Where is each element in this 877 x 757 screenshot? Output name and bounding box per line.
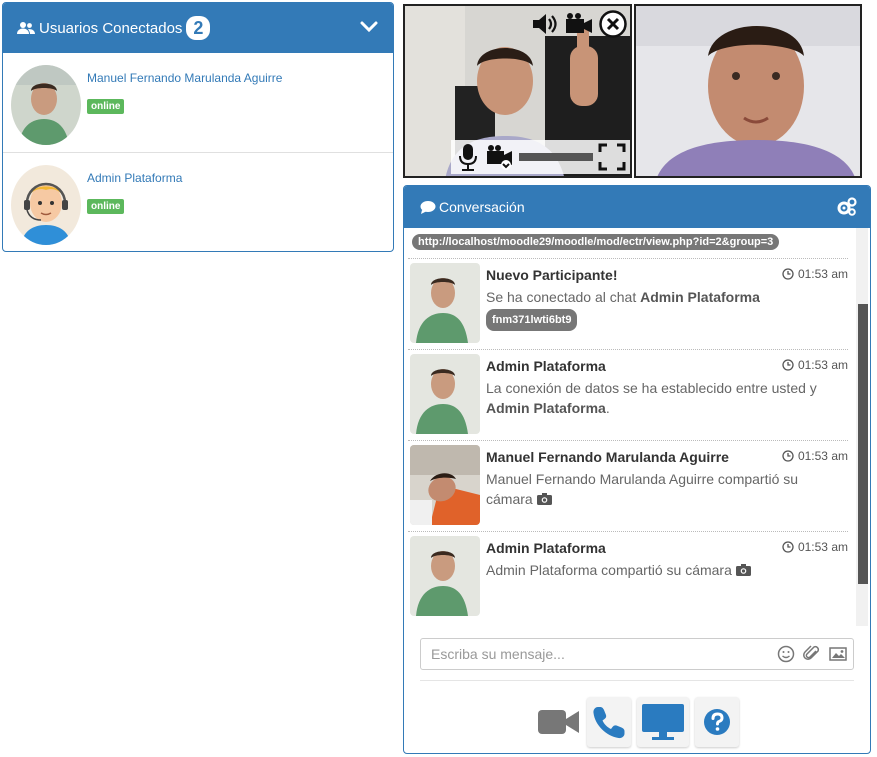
chat-header: Conversación	[404, 186, 870, 228]
fullscreen-icon[interactable]	[597, 142, 627, 172]
status-badge: online	[87, 99, 125, 114]
avatar	[410, 445, 480, 525]
message-list[interactable]: http://localhost/moodle29/moodle/mod/ect…	[408, 228, 858, 626]
clock-icon	[782, 268, 794, 280]
status-badge: online	[87, 199, 125, 214]
volume-bar[interactable]	[519, 153, 593, 161]
camera-icon	[536, 493, 552, 505]
message-text-part: Se ha conectado al chat	[486, 289, 641, 305]
phone-icon	[593, 707, 625, 739]
message-time-text: 01:53 am	[797, 540, 848, 554]
message-time: 01:53 am	[782, 540, 848, 554]
users-count-badge: 2	[186, 16, 211, 40]
scrollbar[interactable]	[856, 228, 868, 626]
speaker-icon[interactable]	[530, 10, 560, 38]
user-name[interactable]: Manuel Fernando Marulanda Aguirre	[87, 71, 282, 85]
participant-id-pill: fnm371lwti6bt9	[486, 309, 578, 331]
message-text: La conexión de datos se ha establecido e…	[486, 378, 838, 418]
message-input-row	[420, 638, 854, 670]
avatar	[410, 536, 480, 616]
message-time: 01:53 am	[782, 267, 848, 281]
video-call-icon	[538, 710, 579, 734]
avatar	[11, 65, 81, 145]
local-video[interactable]	[403, 4, 632, 178]
video-controls-bar	[451, 140, 630, 174]
chat-message: Nuevo Participante! 01:53 am Se ha conec…	[408, 258, 848, 344]
url-link[interactable]: http://localhost/moodle29/moodle/mod/ect…	[412, 234, 780, 250]
message-text-part: Admin Plataforma compartió su cámara	[486, 562, 732, 578]
message-input[interactable]	[421, 639, 761, 669]
screen-share-icon	[642, 704, 684, 740]
message-text-part: Manuel Fernando Marulanda Aguirre compar…	[486, 471, 799, 507]
message-time-text: 01:53 am	[797, 358, 848, 372]
phone-call-button[interactable]	[587, 697, 631, 747]
message-text-part: .	[605, 400, 610, 416]
message-time-text: 01:53 am	[797, 267, 848, 281]
message-time: 01:53 am	[782, 358, 848, 372]
users-icon	[17, 22, 35, 34]
camera-icon	[735, 564, 751, 576]
screen-share-button[interactable]	[637, 697, 689, 747]
message-author: Admin Plataforma	[486, 358, 606, 374]
user-name[interactable]: Admin Plataforma	[87, 171, 182, 185]
remote-video[interactable]	[634, 4, 862, 178]
chat-message: Admin Plataforma 01:53 am La conexión de…	[408, 349, 848, 435]
message-time-text: 01:53 am	[797, 449, 848, 463]
users-panel-title: Usuarios Conectados	[39, 19, 183, 37]
avatar	[11, 165, 81, 245]
message-text-bold: Admin Plataforma	[486, 400, 606, 416]
chat-message: Admin Plataforma 01:53 am Admin Platafor…	[408, 531, 848, 617]
video-call-button[interactable]	[537, 697, 581, 747]
message-time: 01:53 am	[782, 449, 848, 463]
clock-icon	[782, 541, 794, 553]
paperclip-icon[interactable]	[803, 645, 821, 663]
message-text-bold: Admin Plataforma	[640, 289, 760, 305]
gears-icon[interactable]	[836, 196, 858, 218]
call-actions	[404, 696, 870, 748]
avatar	[410, 263, 480, 343]
message-author: Nuevo Participante!	[486, 267, 618, 283]
message-text: Manuel Fernando Marulanda Aguirre compar…	[486, 469, 838, 509]
camera-icon[interactable]	[564, 10, 594, 38]
clock-icon	[782, 450, 794, 462]
message-text-part: La conexión de datos se ha establecido e…	[486, 380, 817, 396]
chevron-down-icon[interactable]	[359, 17, 379, 37]
chat-message: Manuel Fernando Marulanda Aguirre 01:53 …	[408, 440, 848, 526]
close-icon[interactable]	[598, 10, 628, 38]
scrollbar-thumb[interactable]	[858, 304, 868, 584]
message-author: Admin Plataforma	[486, 540, 606, 556]
camera-off-icon[interactable]	[485, 142, 515, 172]
message-author: Manuel Fernando Marulanda Aguirre	[486, 449, 729, 465]
divider	[420, 680, 854, 681]
image-icon[interactable]	[829, 645, 847, 663]
message-text: Admin Plataforma compartió su cámara	[486, 560, 838, 580]
users-panel-header[interactable]: Usuarios Conectados 2	[3, 3, 393, 53]
chat-title: Conversación	[439, 199, 525, 215]
chat-panel: Conversación http://localhost/moodle29/m…	[403, 185, 871, 754]
video-area	[403, 4, 863, 179]
user-list-item[interactable]: Manuel Fernando Marulanda Aguirre online	[3, 53, 393, 153]
clock-icon	[782, 359, 794, 371]
microphone-icon[interactable]	[455, 142, 481, 172]
avatar	[410, 354, 480, 434]
users-panel: Usuarios Conectados 2 Manuel Fernando Ma…	[2, 2, 394, 252]
user-list-item[interactable]: Admin Plataforma online	[3, 153, 393, 251]
message-text: Se ha conectado al chat Admin Plataforma…	[486, 287, 838, 331]
comment-icon	[420, 201, 436, 214]
help-icon	[704, 709, 730, 735]
smiley-icon[interactable]	[777, 645, 795, 663]
help-button[interactable]	[695, 697, 739, 747]
